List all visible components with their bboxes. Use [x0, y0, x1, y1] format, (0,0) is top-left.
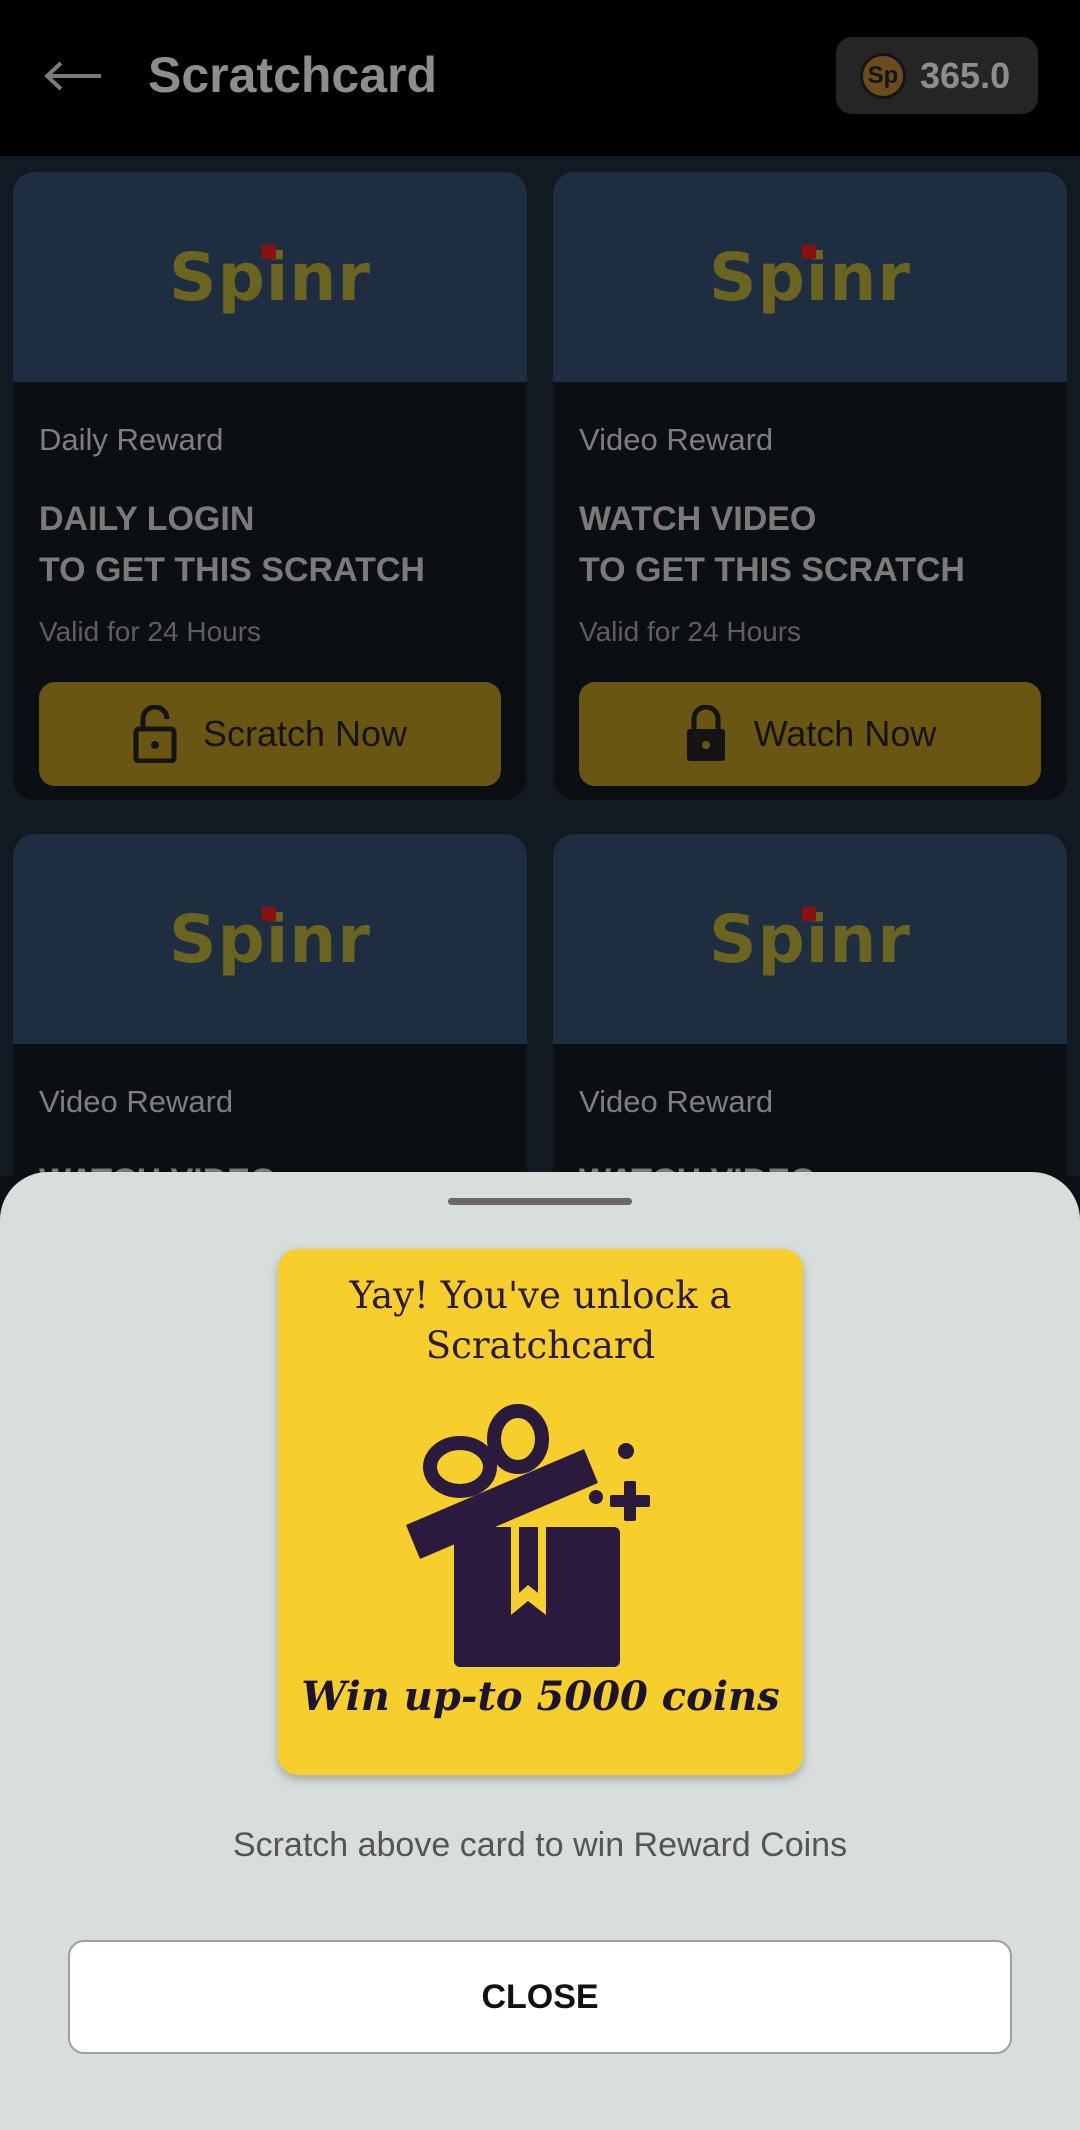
coin-balance-badge[interactable]: Sp 365.0 [836, 37, 1038, 114]
close-button-label: CLOSE [481, 1977, 599, 2016]
scratchcard-watch-video[interactable]: Spinr Video Reward WATCH VIDEO TO GET TH… [553, 172, 1067, 800]
card-headline-line1: DAILY LOGIN [39, 500, 255, 538]
card-headline-line1: WATCH VIDEO [579, 500, 817, 538]
reward-type: Video Reward [579, 422, 774, 457]
app-bar: Scratchcard Sp 365.0 [0, 0, 1080, 156]
watch-now-button[interactable]: Watch Now [579, 682, 1041, 786]
scratch-now-label: Scratch Now [202, 713, 408, 754]
card-banner: Spinr [13, 834, 527, 1044]
card-banner: Spinr [553, 834, 1067, 1044]
scratch-card-win-text: Win up-to 5000 coins [301, 1673, 780, 1720]
watch-now-label: Watch Now [753, 713, 937, 754]
reward-type: Daily Reward [39, 422, 224, 457]
card-banner: Spinr [13, 172, 527, 382]
scratch-card-title: Yay! You've unlock a Scratchcard [278, 1271, 803, 1371]
page-title: Scratchcard [148, 47, 438, 103]
scratchcard-grid: Spinr Daily Reward DAILY LOGIN TO GET TH… [0, 156, 1080, 1234]
drag-handle[interactable] [448, 1198, 632, 1205]
unlock-icon [133, 705, 177, 763]
close-button[interactable]: CLOSE [68, 1940, 1012, 2054]
spinr-logo: Spinr [709, 238, 911, 316]
card-headline-line2: TO GET THIS SCRATCH [579, 551, 965, 589]
scratch-card-title-line2: Scratchcard [425, 1324, 656, 1367]
spinr-logo: Spinr [709, 900, 911, 978]
spinr-logo: Spinr [169, 900, 371, 978]
coin-amount: 365.0 [920, 54, 1011, 96]
arrow-left-icon [44, 61, 101, 91]
reward-type: Video Reward [579, 1084, 774, 1119]
scratch-now-button[interactable]: Scratch Now [39, 682, 501, 786]
scratchcard-bottom-sheet: Yay! You've unlock a Scratchcard Win up-… [0, 1172, 1080, 2130]
card-validity: Valid for 24 Hours [39, 616, 262, 647]
lock-icon [686, 705, 725, 761]
coin-icon: Sp [860, 52, 906, 99]
reward-type: Video Reward [39, 1084, 234, 1119]
card-banner: Spinr [553, 172, 1067, 382]
gift-box-icon [406, 1404, 650, 1667]
scratch-card-title-line1: Yay! You've unlock a [349, 1274, 732, 1317]
scratch-card[interactable]: Yay! You've unlock a Scratchcard Win up-… [278, 1249, 803, 1775]
spinr-logo: Spinr [169, 238, 371, 316]
sheet-caption: Scratch above card to win Reward Coins [232, 1826, 848, 1864]
card-validity: Valid for 24 Hours [579, 616, 802, 647]
scratchcard-daily-login[interactable]: Spinr Daily Reward DAILY LOGIN TO GET TH… [13, 172, 527, 800]
card-headline-line2: TO GET THIS SCRATCH [39, 551, 425, 589]
back-button[interactable] [38, 50, 108, 102]
